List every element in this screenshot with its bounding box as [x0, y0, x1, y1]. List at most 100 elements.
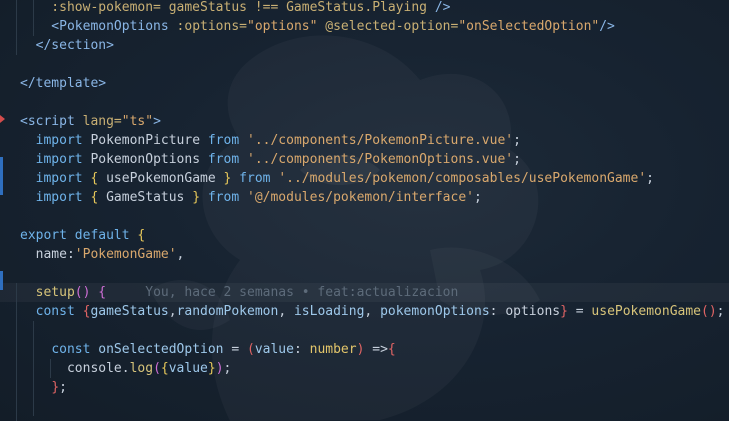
code-token: usePokemonGame [106, 171, 224, 186]
code-token: value [254, 342, 294, 357]
indent-guide [16, 36, 17, 55]
code-token: ; [646, 171, 654, 186]
code-token: :show-pokemon= gameStatus !== GameStatus… [20, 0, 435, 15]
code-token: value [168, 361, 208, 376]
indent-guide [16, 0, 17, 17]
code-token: : [293, 342, 310, 357]
code-line[interactable] [0, 207, 729, 226]
code-line[interactable] [0, 93, 729, 112]
code-token: isLoading [293, 304, 365, 319]
code-text: import PokemonPicture from '../component… [20, 131, 521, 150]
code-text: :show-pokemon= gameStatus !== GameStatus… [20, 0, 450, 17]
code-line[interactable] [0, 397, 729, 416]
indent-guide [16, 321, 17, 340]
code-token: } [192, 190, 208, 205]
code-line[interactable]: import { usePokemonGame } from '../modul… [0, 169, 729, 188]
code-token: pokemonOptions [380, 304, 490, 319]
indent-guide [33, 321, 34, 340]
code-line[interactable]: </template> [0, 74, 729, 93]
code-token: gameStatus [90, 304, 169, 319]
code-line[interactable]: const onSelectedOption = (value: number)… [0, 340, 729, 359]
code-token: PokemonOptions [90, 152, 208, 167]
code-token: options [505, 304, 561, 319]
code-token: import [35, 133, 91, 148]
code-token: } [223, 171, 240, 186]
code-token: /> [599, 19, 615, 34]
code-token: ; [716, 304, 725, 319]
code-line[interactable] [0, 321, 729, 340]
indent-guide [33, 397, 34, 416]
code-token: <PokemonOptions [20, 19, 177, 34]
code-text: name:'PokemonGame', [20, 245, 185, 264]
indent-guide [16, 397, 17, 416]
code-token: '../components/PokemonOptions.vue' [247, 152, 514, 167]
indent-guide [16, 283, 17, 302]
code-line[interactable]: </section> [0, 36, 729, 55]
code-token: ; [513, 133, 521, 148]
code-line[interactable] [0, 264, 729, 283]
code-token: '../modules/pokemon/composables/usePokem… [278, 171, 647, 186]
code-token: ; [223, 361, 232, 376]
code-token: } [51, 380, 60, 395]
code-token: { [98, 285, 107, 300]
code-token: randomPokemon [176, 304, 279, 319]
code-editor[interactable]: :show-pokemon= gameStatus !== GameStatus… [0, 0, 729, 421]
code-token: ( [247, 342, 255, 357]
code-token: = [231, 342, 247, 357]
code-token: ; [59, 380, 67, 395]
code-token: '../components/PokemonPicture.vue' [247, 133, 514, 148]
code-text: setup() { You, hace 2 semanas • feat:act… [20, 283, 459, 302]
code-line[interactable]: <PokemonOptions :options="options" @sele… [0, 17, 729, 36]
code-line[interactable]: const {gameStatus,randomPokemon, isLoadi… [0, 302, 729, 321]
code-token: ; [513, 152, 521, 167]
git-modified-marker [0, 157, 3, 195]
code-line[interactable]: }; [0, 378, 729, 397]
code-token: ) [215, 361, 224, 376]
code-token: , [278, 304, 294, 319]
code-token: { [387, 342, 396, 357]
code-text: </template> [20, 74, 106, 93]
git-deleted-marker [0, 115, 5, 123]
code-token: </template> [20, 76, 107, 91]
code-token: . [121, 361, 130, 376]
indent-guide [16, 340, 17, 359]
code-text: import PokemonOptions from '../component… [20, 150, 521, 169]
git-modified-marker [0, 271, 3, 290]
code-line[interactable]: name:'PokemonGame', [0, 245, 729, 264]
code-token: > [153, 114, 161, 129]
indent-guide [16, 17, 17, 36]
indent-guide [16, 359, 17, 378]
code-token: ( [153, 361, 161, 376]
code-text: import { GameStatus } from '@/modules/po… [20, 188, 482, 207]
code-token: import [35, 190, 91, 205]
indent-guide [16, 416, 17, 421]
code-line[interactable]: <script lang="ts"> [0, 112, 729, 131]
code-line[interactable]: :show-pokemon= gameStatus !== GameStatus… [0, 0, 729, 17]
code-token: /> [434, 0, 451, 15]
code-token: : [489, 304, 506, 319]
code-line[interactable]: import PokemonOptions from '../component… [0, 150, 729, 169]
code-line[interactable] [0, 416, 729, 421]
code-token: , [176, 247, 185, 262]
code-line[interactable]: setup() { You, hace 2 semanas • feat:act… [0, 283, 729, 302]
code-line[interactable]: import { GameStatus } from '@/modules/po… [0, 188, 729, 207]
code-line[interactable] [0, 55, 729, 74]
code-line[interactable]: console.log({value}); [0, 359, 729, 378]
code-line[interactable]: export default { [0, 226, 729, 245]
code-token: () [701, 304, 717, 319]
code-token: '@/modules/pokemon/interface' [247, 190, 474, 205]
code-token: from [239, 171, 279, 186]
code-token: { [90, 171, 107, 186]
code-token: , [364, 304, 381, 319]
code-token: => [364, 342, 388, 357]
code-token: const [35, 304, 83, 319]
code-token: { [90, 190, 107, 205]
code-text: const onSelectedOption = (value: number)… [20, 340, 396, 359]
code-token: PokemonPicture [90, 133, 208, 148]
code-line[interactable]: import PokemonPicture from '../component… [0, 131, 729, 150]
